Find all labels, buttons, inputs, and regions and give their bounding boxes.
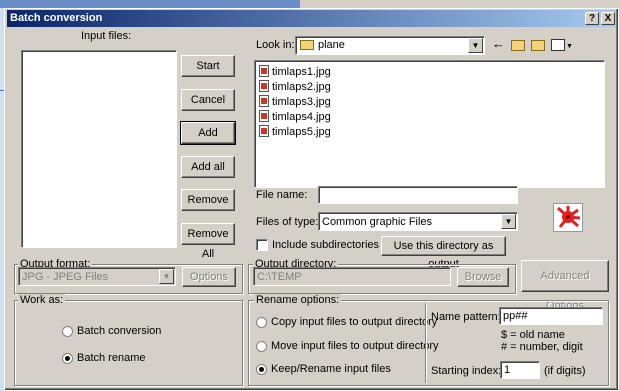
app-logo-graphic — [556, 206, 581, 228]
dialog-title: Batch conversion — [10, 12, 103, 24]
starting-index-label: Starting index: — [431, 365, 502, 377]
starting-index-value: 1 — [504, 364, 511, 376]
copy-input-files-radio[interactable] — [256, 317, 267, 328]
file-name: timlaps5.jpg — [272, 126, 331, 138]
input-files-list[interactable] — [21, 50, 177, 248]
list-item[interactable]: timlaps5.jpg — [259, 125, 331, 140]
file-name-input[interactable] — [318, 186, 518, 204]
options-button[interactable]: Options — [182, 267, 236, 287]
file-name: timlaps3.jpg — [272, 96, 331, 108]
add-all-button[interactable]: Add all — [181, 156, 235, 178]
files-of-type-select[interactable]: Common graphic Files ▼ — [318, 212, 518, 231]
output-directory-input[interactable]: C:\TEMP — [253, 267, 451, 286]
list-item[interactable]: timlaps1.jpg — [259, 65, 331, 80]
app-logo-icon — [553, 203, 583, 232]
name-pattern-label: Name pattern: — [431, 311, 501, 323]
file-name: timlaps1.jpg — [272, 66, 331, 78]
move-input-files-label: Move input files to output directory — [271, 340, 439, 352]
cancel-button[interactable]: Cancel — [181, 89, 235, 111]
digits-hint-label: (if digits) — [544, 365, 586, 377]
back-arrow-icon[interactable]: ← — [492, 37, 505, 50]
files-of-type-value: Common graphic Files — [322, 216, 433, 228]
work-as-group — [14, 300, 243, 386]
file-image-icon — [259, 80, 269, 92]
chevron-down-icon[interactable]: ▼ — [501, 214, 516, 229]
file-image-icon — [259, 125, 269, 137]
pattern-help-number: # = number, digit — [501, 341, 583, 353]
move-input-files-radio[interactable] — [256, 341, 267, 352]
browse-button[interactable]: Browse — [457, 267, 509, 287]
background-titlebar — [0, 0, 300, 8]
file-image-icon — [259, 65, 269, 77]
look-in-label: Look in: — [256, 39, 295, 51]
folder-icon — [300, 40, 314, 50]
chevron-down-icon[interactable]: ▼ — [468, 38, 483, 53]
keep-rename-input-files-radio[interactable] — [256, 364, 267, 375]
look-in-select[interactable]: plane ▼ — [295, 36, 485, 55]
include-subdirectories-label: Include subdirectories — [272, 239, 380, 251]
batch-conversion-label: Batch conversion — [77, 325, 162, 337]
output-format-value: JPG - JPEG Files — [22, 271, 109, 283]
starting-index-input[interactable]: 1 — [500, 361, 540, 379]
chevron-down-icon[interactable]: ▼ — [159, 269, 174, 284]
advanced-options-button[interactable]: Advanced Options — [521, 260, 609, 312]
look-in-value: plane — [318, 39, 345, 51]
copy-input-files-label: Copy input files to output directory — [271, 316, 438, 328]
start-button[interactable]: Start — [181, 55, 235, 77]
view-dropdown-icon[interactable]: ▼ — [566, 40, 573, 53]
new-folder-icon[interactable] — [531, 40, 545, 51]
add-button[interactable]: Add — [180, 121, 236, 145]
output-format-select[interactable]: JPG - JPEG Files ▼ — [18, 267, 176, 286]
list-item[interactable]: timlaps2.jpg — [259, 80, 331, 95]
up-folder-icon[interactable] — [511, 40, 525, 51]
file-image-icon — [259, 95, 269, 107]
name-pattern-value: pp## — [503, 310, 528, 322]
work-as-label: Work as: — [18, 294, 66, 306]
batch-conversion-dialog: Batch conversion ? X Input files: Start … — [4, 8, 619, 391]
title-bar: Batch conversion ? X — [7, 10, 616, 27]
remove-button[interactable]: Remove — [181, 189, 235, 211]
help-icon[interactable]: ? — [585, 12, 599, 25]
batch-conversion-radio[interactable] — [62, 326, 73, 337]
name-pattern-input[interactable]: pp## — [499, 307, 603, 325]
file-name-label: File name: — [256, 189, 308, 201]
file-image-icon — [259, 110, 269, 122]
include-subdirectories-checkbox[interactable] — [256, 239, 268, 251]
keep-rename-input-files-label: Keep/Rename input files — [271, 363, 391, 375]
file-name: timlaps4.jpg — [272, 111, 331, 123]
batch-rename-radio[interactable] — [62, 353, 73, 364]
list-item[interactable]: timlaps3.jpg — [259, 95, 331, 110]
list-item[interactable]: timlaps4.jpg — [259, 110, 331, 125]
file-browser-list[interactable]: timlaps1.jpg timlaps2.jpg timlaps3.jpg t… — [254, 60, 605, 188]
batch-rename-label: Batch rename — [77, 352, 146, 364]
use-directory-as-output-button[interactable]: Use this directory as output — [381, 236, 506, 270]
view-menu-icon[interactable] — [551, 39, 565, 51]
file-name: timlaps2.jpg — [272, 81, 331, 93]
close-icon[interactable]: X — [601, 12, 615, 25]
rename-options-label: Rename options: — [254, 294, 342, 306]
remove-all-button[interactable]: Remove All — [181, 223, 235, 260]
rename-options-divider — [425, 303, 426, 383]
files-of-type-label: Files of type: — [256, 216, 319, 228]
output-directory-value: C:\TEMP — [257, 271, 302, 283]
input-files-label: Input files: — [81, 30, 132, 42]
